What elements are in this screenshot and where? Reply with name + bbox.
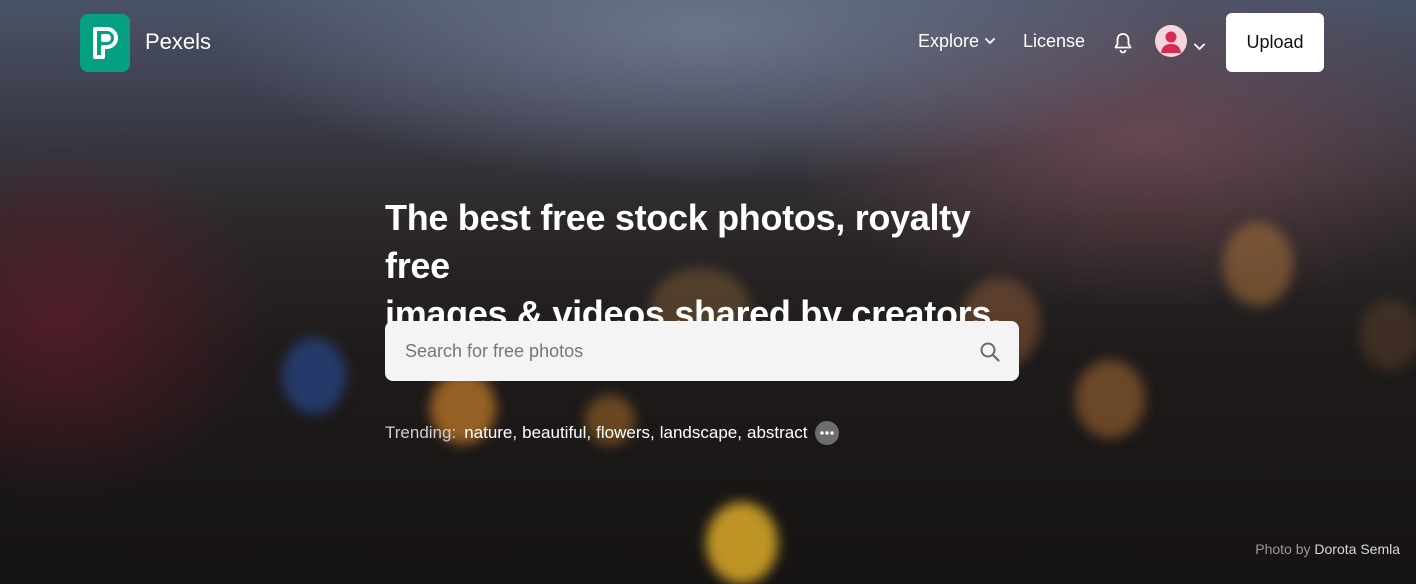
trending-term[interactable]: nature (464, 423, 512, 443)
top-navigation-bar: Pexels Explore License Upload (0, 0, 1416, 86)
account-menu-toggle[interactable] (1194, 36, 1205, 55)
trending-searches: Trending: nature, beautiful, flowers, la… (385, 421, 840, 445)
trending-separator: , (737, 423, 742, 442)
trending-label: Trending: (385, 423, 457, 442)
search-icon (980, 342, 1000, 362)
search-button[interactable] (979, 341, 1001, 367)
brand-name[interactable]: Pexels (145, 29, 211, 55)
search-bar (385, 321, 1019, 381)
bell-icon (1114, 33, 1132, 54)
trending-term[interactable]: abstract (747, 423, 807, 443)
headline-line-1: The best free stock photos, royalty free (385, 197, 971, 286)
hero-section: Pexels Explore License Upload The best f… (0, 0, 1416, 584)
user-avatar[interactable] (1155, 25, 1187, 57)
photo-credit: Photo by Dorota Semla (1255, 541, 1400, 557)
pexels-logo[interactable] (80, 14, 130, 72)
pexels-logo-icon (93, 27, 118, 59)
notifications-button[interactable] (1113, 32, 1133, 58)
chevron-down-icon (985, 38, 995, 45)
trending-term[interactable]: beautiful (522, 423, 586, 443)
trending-separator: , (650, 423, 655, 442)
photographer-link[interactable]: Dorota Semla (1314, 541, 1400, 557)
trending-term[interactable]: landscape (660, 423, 738, 443)
credit-prefix: Photo by (1255, 541, 1311, 557)
trending-separator: , (512, 423, 518, 442)
explore-menu[interactable]: Explore (918, 31, 995, 52)
search-input[interactable] (385, 321, 965, 381)
more-trending-button[interactable] (815, 421, 840, 445)
hero-headline: The best free stock photos, royalty free… (385, 194, 1025, 338)
upload-button[interactable]: Upload (1226, 13, 1324, 72)
bokeh-light (282, 338, 346, 414)
license-link[interactable]: License (1023, 31, 1085, 52)
bokeh-light (706, 502, 778, 584)
bokeh-light (1360, 300, 1416, 370)
trending-separator: , (586, 423, 592, 442)
bokeh-light (1075, 360, 1145, 438)
more-dots-icon (820, 431, 835, 435)
user-avatar-icon (1161, 31, 1181, 53)
bokeh-light (1223, 222, 1293, 306)
chevron-down-icon (1194, 43, 1205, 51)
trending-term[interactable]: flowers (596, 423, 650, 443)
explore-label: Explore (918, 31, 980, 51)
